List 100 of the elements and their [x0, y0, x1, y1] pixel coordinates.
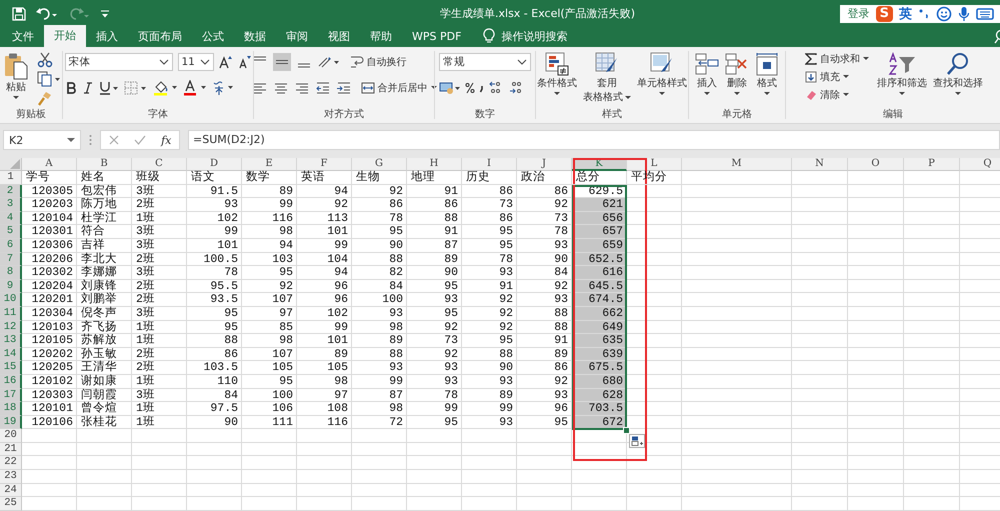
font-color-icon[interactable]	[184, 80, 208, 96]
column-header[interactable]: J	[517, 158, 572, 171]
ribbon-tab[interactable]: 开始	[44, 25, 86, 47]
row-header[interactable]: 3	[0, 198, 22, 212]
row-header[interactable]: 2	[0, 184, 22, 198]
microphone-icon[interactable]	[958, 6, 970, 22]
style-button[interactable]: 套用 表格格式	[581, 52, 633, 104]
ribbon-tab[interactable]: WPS PDF	[402, 27, 472, 47]
ribbon-tab[interactable]: 数据	[234, 27, 276, 47]
cells-button[interactable]: 删除	[723, 52, 751, 96]
name-box[interactable]: K2	[3, 130, 81, 150]
caret-icon[interactable]	[554, 92, 560, 96]
caret-icon[interactable]	[843, 93, 849, 97]
column-header[interactable]: O	[848, 158, 904, 171]
caret-icon[interactable]	[659, 92, 665, 96]
borders-icon[interactable]	[124, 81, 148, 95]
row-header[interactable]: 5	[0, 225, 22, 239]
increase-indent-icon[interactable]	[336, 80, 352, 96]
chevron-icon[interactable]	[158, 59, 168, 65]
cells-button[interactable]: 插入	[693, 52, 721, 96]
decrease-indent-icon[interactable]	[314, 80, 330, 96]
row-header[interactable]: 12	[0, 320, 22, 334]
column-header[interactable]: H	[407, 158, 462, 171]
row-header[interactable]: 19	[0, 416, 22, 430]
drag-handle-icon[interactable]	[89, 134, 92, 146]
row-header[interactable]: 7	[0, 252, 22, 266]
ribbon-tab[interactable]: 页面布局	[128, 27, 192, 47]
punctuation-icon[interactable]	[918, 6, 930, 20]
clear-button[interactable]: 清除	[805, 88, 869, 102]
row-header[interactable]: 24	[0, 484, 22, 498]
autofill-options-icon[interactable]	[629, 434, 645, 448]
ribbon-tab[interactable]: 审阅	[276, 27, 318, 47]
row-header[interactable]: 6	[0, 238, 22, 253]
column-header[interactable]: M	[682, 158, 792, 171]
orientation-icon[interactable]	[316, 54, 340, 70]
column-header[interactable]: N	[792, 158, 848, 171]
percent-icon[interactable]	[465, 82, 475, 94]
row-header[interactable]: 16	[0, 374, 22, 388]
row-header[interactable]: 21	[0, 442, 22, 456]
row-header[interactable]: 15	[0, 361, 22, 375]
shrink-font-icon[interactable]	[238, 55, 252, 69]
column-header[interactable]: I	[462, 158, 517, 171]
lightbulb-icon[interactable]	[483, 28, 496, 44]
row-header[interactable]: 10	[0, 293, 22, 307]
merge-center-button[interactable]: 合并后居中	[360, 81, 436, 95]
font-size-dropdown[interactable]: 11	[178, 53, 214, 71]
caret-icon[interactable]	[899, 92, 905, 96]
tell-me-search[interactable]: 操作说明搜索	[501, 27, 568, 47]
column-header[interactable]: A	[22, 158, 77, 171]
caret-icon[interactable]	[843, 75, 849, 79]
row-header[interactable]: 1	[0, 171, 22, 185]
column-header[interactable]: F	[297, 158, 352, 171]
row-header[interactable]: 11	[0, 306, 22, 321]
currency-icon[interactable]	[439, 81, 461, 95]
phonetic-guide-icon[interactable]	[212, 80, 234, 96]
paste-button[interactable]: 粘贴	[1, 52, 31, 100]
column-header[interactable]: C	[132, 158, 187, 171]
column-header[interactable]: D	[187, 158, 242, 171]
undo-icon[interactable]	[36, 6, 58, 20]
fill-handle[interactable]	[623, 427, 630, 434]
ribbon-tab[interactable]: 帮助	[360, 27, 402, 47]
save-icon[interactable]	[12, 6, 26, 20]
row-header[interactable]: 17	[0, 388, 22, 402]
formula-field[interactable]: =SUM(D2:J2)	[188, 130, 1000, 150]
ribbon-tab[interactable]: 公式	[192, 27, 234, 47]
row-header[interactable]: 14	[0, 348, 22, 362]
autosum-button[interactable]: 自动求和	[805, 52, 869, 66]
row-header[interactable]: 8	[0, 266, 22, 280]
row-header[interactable]: 25	[0, 497, 22, 511]
column-header[interactable]: P	[904, 158, 960, 171]
column-header[interactable]: E	[242, 158, 297, 171]
comma-style-icon[interactable]	[479, 83, 485, 93]
login-link[interactable]: 登录	[848, 6, 870, 21]
caret-icon[interactable]	[625, 96, 631, 100]
insert-function-button[interactable]: fx	[161, 134, 172, 146]
fill-color-icon[interactable]	[152, 80, 178, 96]
ribbon-tab[interactable]: 文件	[2, 27, 44, 47]
column-header[interactable]: L	[627, 158, 682, 171]
caret-icon[interactable]	[67, 138, 75, 142]
row-header[interactable]: 9	[0, 280, 22, 294]
font-name-dropdown[interactable]: 宋体	[64, 53, 172, 71]
caret-icon[interactable]	[764, 92, 770, 96]
align-middle-icon[interactable]	[272, 53, 290, 71]
row-header[interactable]: 18	[0, 402, 22, 416]
chevron-icon[interactable]	[200, 59, 210, 65]
caret-icon[interactable]	[734, 92, 740, 96]
style-button[interactable]: 条件格式	[535, 52, 579, 96]
cells-button[interactable]: 格式	[753, 52, 781, 96]
cut-icon[interactable]	[37, 52, 53, 68]
column-header[interactable]: B	[77, 158, 132, 171]
row-header[interactable]: 20	[0, 429, 22, 443]
style-button[interactable]: 单元格样式	[635, 52, 689, 96]
smiley-icon[interactable]	[936, 6, 952, 22]
input-mode-toggle[interactable]: 英	[899, 4, 912, 22]
grow-font-icon[interactable]	[218, 55, 232, 69]
ribbon-tab[interactable]: 视图	[318, 27, 360, 47]
caret-icon[interactable]	[704, 92, 710, 96]
caret-icon[interactable]	[13, 96, 19, 100]
ribbon-tab[interactable]: 插入	[86, 27, 128, 47]
wrap-text-button[interactable]: 自动换行	[350, 55, 406, 69]
